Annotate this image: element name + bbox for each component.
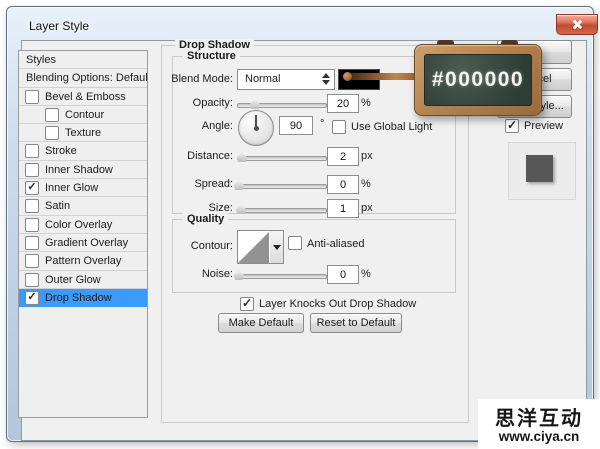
opacity-input[interactable] (327, 94, 359, 113)
window-title: Layer Style (29, 19, 89, 33)
noise-unit: % (361, 268, 371, 280)
blend-mode-label: Blend Mode: (153, 73, 233, 85)
structure-legend: Structure (183, 50, 240, 62)
chevron-updown-icon (322, 73, 330, 85)
angle-label: Angle: (153, 120, 233, 132)
preview-thumbnail (508, 142, 576, 200)
chalkboard-text: #000000 (424, 54, 532, 106)
opacity-unit: % (361, 97, 371, 109)
sidebar-item-satin[interactable]: Satin (19, 197, 147, 215)
layer-knocks-out-checkbox[interactable]: ✓ (240, 297, 254, 311)
sidebar-item-bevel-emboss[interactable]: Bevel & Emboss (19, 88, 147, 106)
sidebar-item-gradient-overlay[interactable]: Gradient Overlay (19, 234, 147, 252)
checkbox-checked[interactable]: ✓ (25, 291, 39, 305)
spread-slider[interactable] (237, 184, 327, 189)
checkbox[interactable] (25, 90, 39, 104)
sidebar-item-pattern-overlay[interactable]: Pattern Overlay (19, 252, 147, 270)
spread-label: Spread: (153, 178, 233, 190)
quality-legend: Quality (183, 213, 228, 225)
distance-slider[interactable] (237, 156, 327, 161)
angle-dial[interactable] (238, 110, 274, 146)
angle-input[interactable] (279, 116, 313, 135)
contour-picker[interactable] (237, 230, 271, 264)
sidebar-item-blending-options[interactable]: Blending Options: Default (19, 69, 147, 87)
sidebar-item-inner-shadow[interactable]: Inner Shadow (19, 161, 147, 179)
chevron-down-icon (273, 245, 281, 250)
watermark-name: 思洋互动 (478, 402, 600, 431)
sidebar-item-contour[interactable]: Contour (19, 106, 147, 124)
watermark: 思洋互动 www.ciya.cn (478, 399, 600, 449)
angle-unit: ° (320, 118, 324, 130)
sidebar-item-color-overlay[interactable]: Color Overlay (19, 216, 147, 234)
wooden-pointer (349, 73, 421, 80)
checkbox[interactable] (25, 254, 39, 268)
layer-knocks-out-label: Layer Knocks Out Drop Shadow (259, 298, 416, 310)
sidebar-item-inner-glow[interactable]: ✓ Inner Glow (19, 179, 147, 197)
checkbox-checked[interactable]: ✓ (25, 181, 39, 195)
use-global-light-checkbox[interactable] (332, 120, 346, 134)
anti-aliased-label: Anti-aliased (307, 238, 364, 250)
checkbox[interactable] (25, 236, 39, 250)
size-slider[interactable] (237, 208, 327, 213)
use-global-light-label: Use Global Light (351, 121, 432, 133)
watermark-url: www.ciya.cn (478, 429, 600, 444)
screen: Layer Style Styles Blending Options: Def… (0, 0, 600, 449)
preview-label: Preview (524, 120, 563, 132)
linear-contour-icon (238, 232, 269, 263)
contour-dropdown-arrow[interactable] (270, 230, 284, 264)
checkbox[interactable] (25, 163, 39, 177)
chalkboard: #000000 (414, 44, 542, 116)
size-unit: px (361, 202, 373, 214)
distance-unit: px (361, 150, 373, 162)
checkbox[interactable] (25, 218, 39, 232)
close-button[interactable] (556, 14, 598, 35)
size-input[interactable] (327, 199, 359, 218)
quality-group (172, 219, 456, 293)
sidebar-item-texture[interactable]: Texture (19, 124, 147, 142)
spread-input[interactable] (327, 175, 359, 194)
preview-checkbox[interactable]: ✓ (505, 119, 519, 133)
checkbox[interactable] (25, 273, 39, 287)
sidebar-item-styles[interactable]: Styles (19, 51, 147, 69)
checkbox[interactable] (45, 108, 59, 122)
noise-input[interactable] (327, 265, 359, 284)
contour-label: Contour: (153, 240, 233, 252)
noise-label: Noise: (153, 268, 233, 280)
checkbox[interactable] (45, 126, 59, 140)
preview-shape (526, 155, 553, 182)
styles-list: Styles Blending Options: Default Bevel &… (18, 50, 148, 418)
noise-slider[interactable] (237, 274, 327, 279)
opacity-label: Opacity: (153, 97, 233, 109)
spread-unit: % (361, 178, 371, 190)
reset-to-default-button[interactable]: Reset to Default (310, 313, 402, 333)
sidebar-item-outer-glow[interactable]: Outer Glow (19, 271, 147, 289)
make-default-button[interactable]: Make Default (218, 313, 304, 333)
blend-mode-select[interactable]: Normal (237, 69, 335, 90)
checkbox[interactable] (25, 199, 39, 213)
distance-label: Distance: (153, 150, 233, 162)
anti-aliased-checkbox[interactable] (288, 236, 302, 250)
sidebar-item-drop-shadow[interactable]: ✓ Drop Shadow (19, 289, 147, 307)
pointer-tip (343, 72, 352, 81)
distance-input[interactable] (327, 147, 359, 166)
checkbox[interactable] (25, 144, 39, 158)
sidebar-item-stroke[interactable]: Stroke (19, 142, 147, 160)
